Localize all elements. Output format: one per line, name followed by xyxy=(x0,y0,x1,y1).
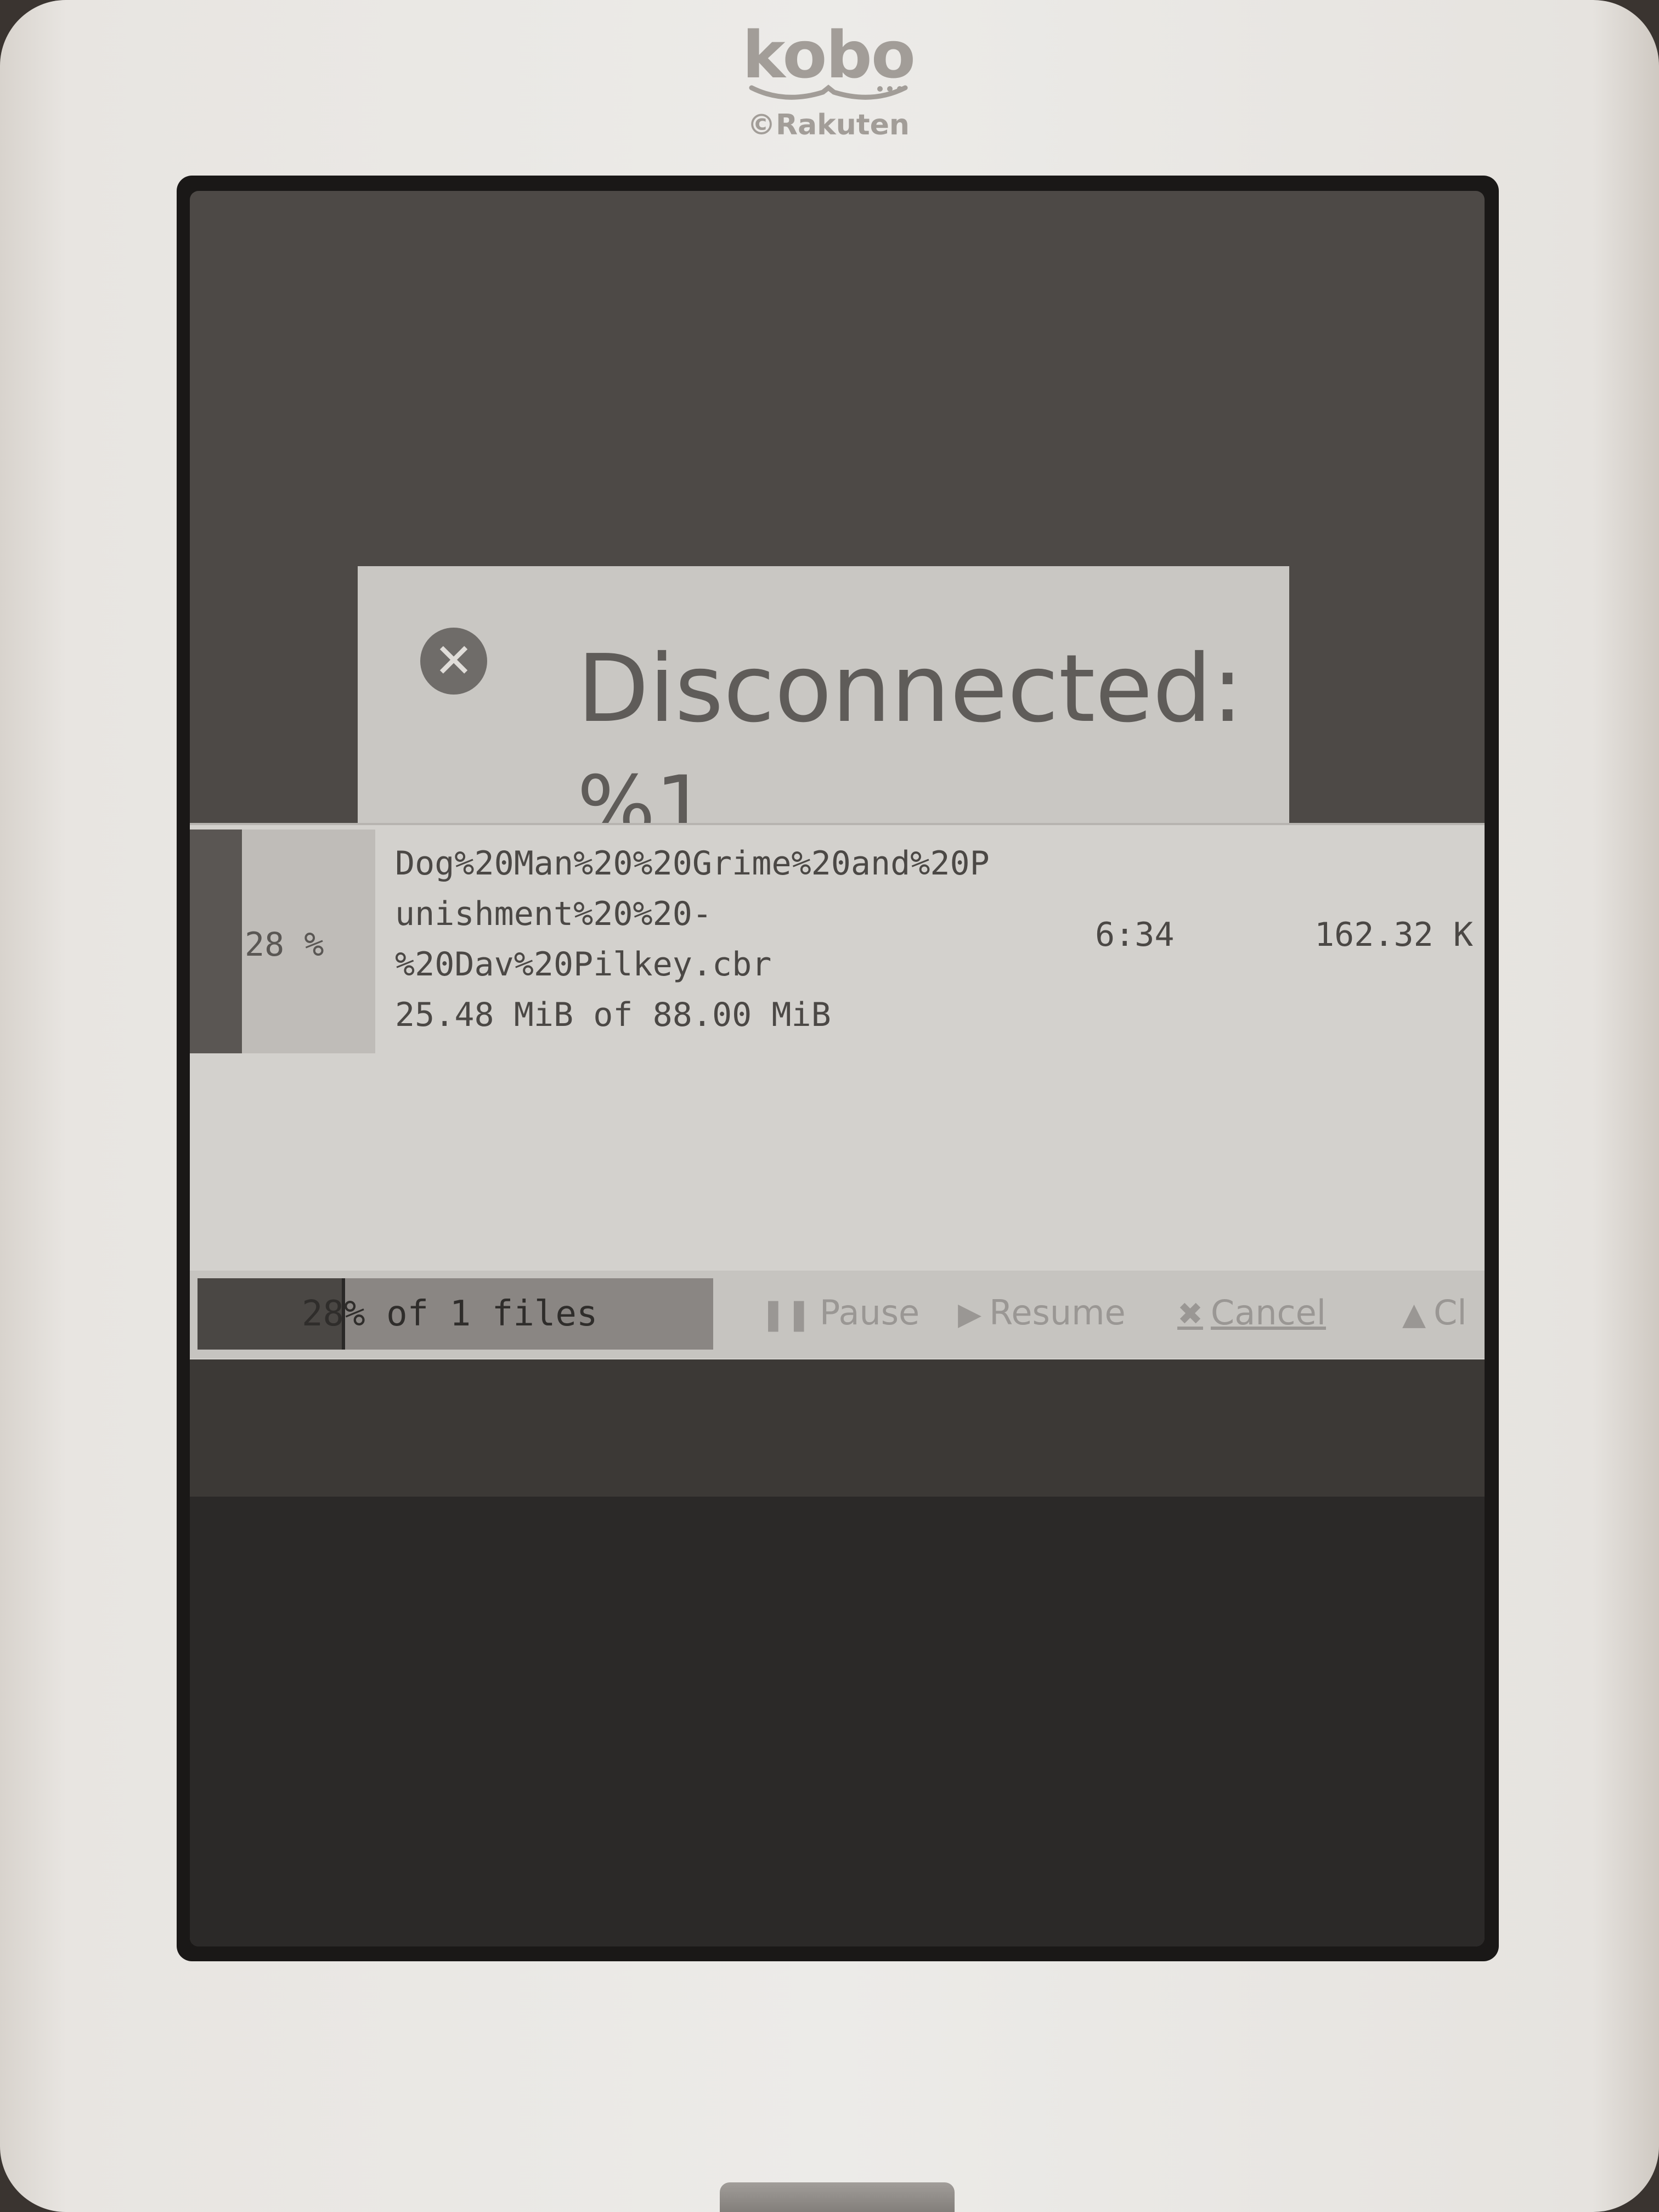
home-button[interactable] xyxy=(720,2182,955,2212)
overall-progress-bar: 28% of 1 files xyxy=(198,1278,713,1350)
brand-logo: kobo ©Rakuten xyxy=(735,16,922,148)
filename-line: unishment%20%20- xyxy=(395,895,712,933)
brand-subtitle: ©Rakuten xyxy=(747,109,910,142)
pause-icon: ❚❚ xyxy=(760,1296,812,1332)
close-icon[interactable]: ✕ xyxy=(420,628,487,695)
cancel-button[interactable]: ✖ Cancel xyxy=(1177,1290,1326,1337)
dimmed-background xyxy=(190,1359,1485,1946)
resume-label: Resume xyxy=(989,1293,1126,1333)
filename-line: %20Dav%20Pilkey.cbr xyxy=(395,945,772,984)
pause-label: Pause xyxy=(819,1293,920,1333)
time-remaining: 6:34 xyxy=(1095,916,1175,954)
brand-name: kobo xyxy=(742,17,916,93)
cancel-label: Cancel xyxy=(1210,1293,1326,1333)
screen-bezel: ✕ Disconnected: %1 28 % Dog%20Man%20%20G… xyxy=(177,176,1499,1961)
resume-button[interactable]: ▶ Resume xyxy=(958,1290,1126,1337)
transfer-speed: 162.32 K xyxy=(1314,916,1473,954)
book-icon xyxy=(749,84,908,100)
eink-screen: ✕ Disconnected: %1 28 % Dog%20Man%20%20G… xyxy=(190,191,1485,1946)
file-size-progress: 25.48 MiB of 88.00 MiB xyxy=(395,996,831,1034)
row-progress-bar: 28 % xyxy=(190,830,375,1053)
filename-line: Dog%20Man%20%20Grime%20and%20P xyxy=(395,844,990,883)
clear-icon: ▲ xyxy=(1402,1296,1426,1332)
clear-label: Cl xyxy=(1434,1293,1467,1333)
clear-button[interactable]: ▲ Cl xyxy=(1402,1290,1485,1337)
row-progress-fill xyxy=(190,830,242,1053)
cancel-icon: ✖ xyxy=(1177,1296,1203,1332)
row-progress-percent: 28 % xyxy=(245,926,324,964)
pause-button[interactable]: ❚❚ Pause xyxy=(760,1290,919,1337)
overall-progress-label: 28% of 1 files xyxy=(302,1294,598,1334)
dimmed-strip xyxy=(190,1359,1485,1497)
kobo-ereader: kobo ©Rakuten ✕ Disconnected: %1 28 % Do… xyxy=(0,0,1659,2212)
play-icon: ▶ xyxy=(958,1296,982,1332)
transfer-toolbar: 28% of 1 files ❚❚ Pause ▶ Resume ✖ Cancel ▲… xyxy=(190,1271,1485,1358)
dialog-title: Disconnected: xyxy=(577,635,1244,743)
